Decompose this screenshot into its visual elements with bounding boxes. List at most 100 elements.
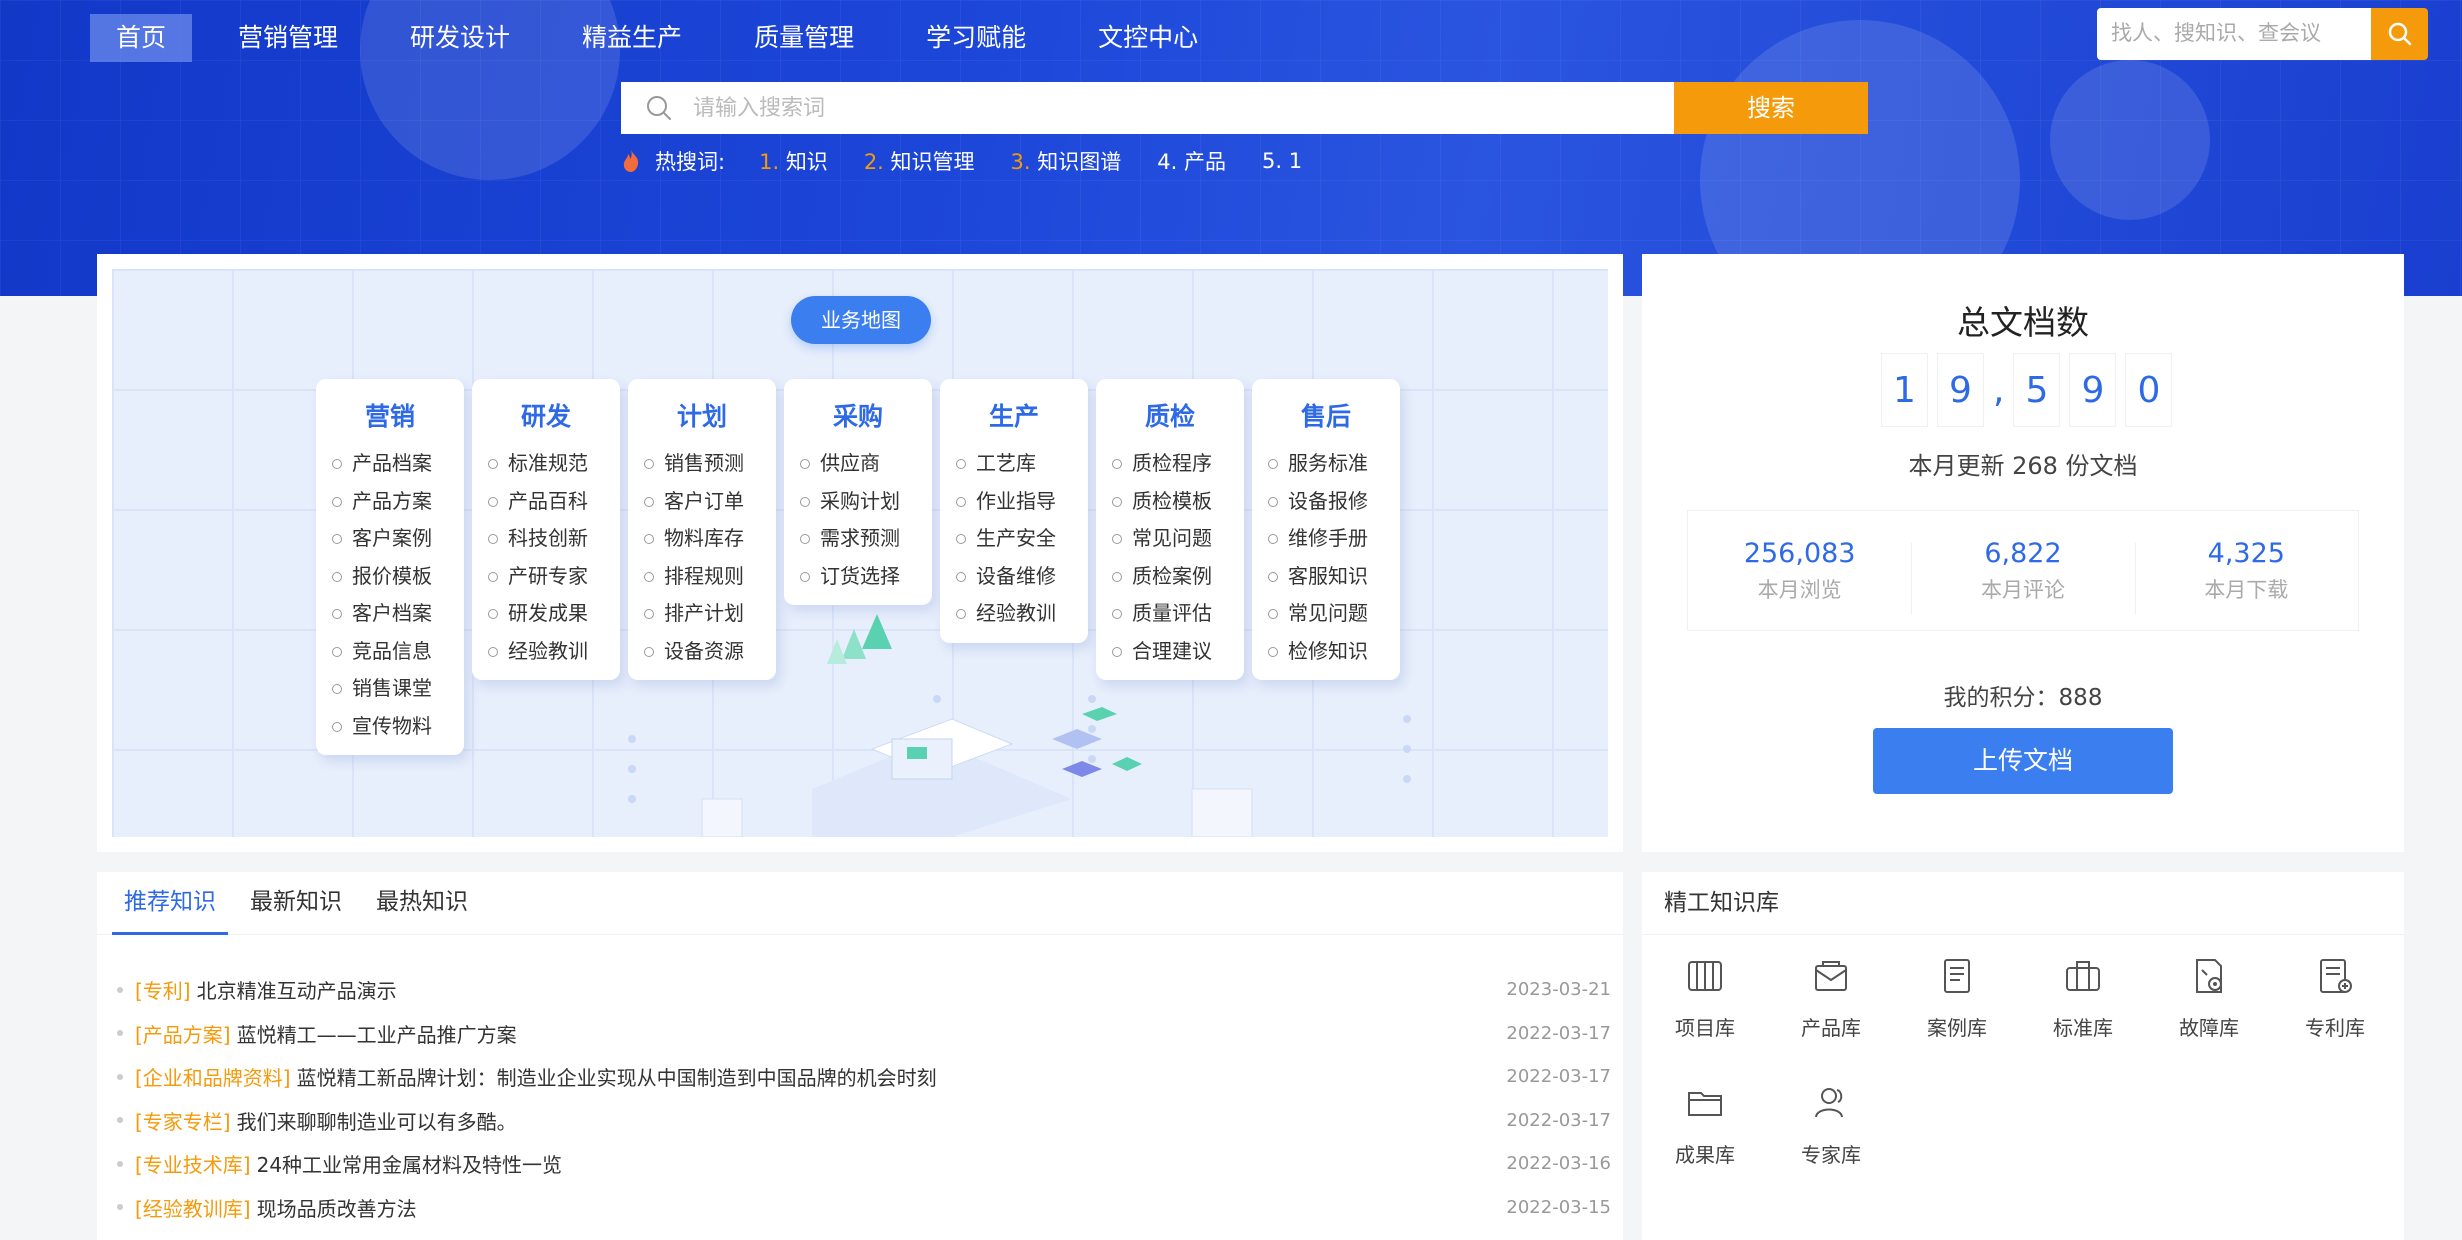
upload-document-button[interactable]: 上传文档 [1873,728,2173,794]
business-map-tag[interactable]: 业务地图 [791,296,931,344]
global-search-button[interactable] [2371,8,2428,60]
biz-link[interactable]: 常见问题 [1112,520,1244,558]
biz-link[interactable]: 维修手册 [1268,520,1400,558]
biz-link[interactable]: 产品百科 [488,483,620,521]
biz-column-marketing: 营销 产品档案 产品方案 客户案例 报价模板 客户档案 竞品信息 销售课堂 宣传… [316,379,464,755]
library-project[interactable]: 项目库 [1642,956,1768,1083]
document-stats-panel: 总文档数 1 9 , 5 9 0 本月更新 268 份文档 256,083 本月… [1642,254,2404,852]
biz-link[interactable]: 质检案例 [1112,558,1244,596]
library-case[interactable]: 案例库 [1894,956,2020,1083]
list-item[interactable]: [专利] 北京精准互动产品演示 2023-03-21 [117,968,1611,1012]
library-patent[interactable]: 专利库 [2272,956,2398,1083]
list-item[interactable]: [产品方案] 蓝悦精工——工业产品推广方案 2022-03-17 [117,1012,1611,1056]
nav-item-home[interactable]: 首页 [90,14,193,62]
tab-recommended[interactable]: 推荐知识 [112,872,228,935]
list-item[interactable]: [经验教训库] 现场品质改善方法 2022-03-15 [117,1186,1611,1230]
biz-link[interactable]: 产品档案 [332,445,464,483]
library-fault[interactable]: 故障库 [2146,956,2272,1083]
biz-link[interactable]: 采购计划 [800,483,932,521]
biz-link[interactable]: 客户档案 [332,595,464,633]
biz-column-aftersales: 售后 服务标准 设备报修 维修手册 客服知识 常见问题 检修知识 [1252,379,1400,680]
knowledge-tabs: 推荐知识 最新知识 最热知识 [97,872,1623,935]
digit: 1 [1881,353,1928,427]
biz-column-title: 采购 [832,402,883,431]
global-search [2097,8,2428,60]
biz-link[interactable]: 销售预测 [644,445,776,483]
biz-link[interactable]: 经验教训 [956,595,1088,633]
hot-word[interactable]: 5. 1 [1262,149,1302,173]
biz-column-plan: 计划 销售预测 客户订单 物料库存 排程规则 排产计划 设备资源 [628,379,776,680]
expert-icon [1815,1088,1843,1118]
stat-views: 256,083 本月浏览 [1743,537,1856,602]
biz-column-title: 生产 [988,402,1039,431]
biz-link[interactable]: 常见问题 [1268,595,1400,633]
biz-link[interactable]: 订货选择 [800,558,932,596]
search-icon [647,96,671,120]
biz-column-title: 计划 [676,402,727,431]
biz-link[interactable]: 科技创新 [488,520,620,558]
biz-link[interactable]: 物料库存 [644,520,776,558]
main-search-input[interactable] [693,95,1674,121]
biz-link[interactable]: 销售课堂 [332,670,464,708]
biz-link[interactable]: 检修知识 [1268,633,1400,671]
library-product[interactable]: 产品库 [1768,956,1894,1083]
list-item[interactable]: [企业和品牌资料] 蓝悦精工新品牌计划：制造业企业实现从中国制造到中国品牌的机会时… [117,1055,1611,1099]
digit-separator: , [1993,369,2005,411]
hot-words-label: 热搜词: [655,150,726,174]
biz-link[interactable]: 排产计划 [644,595,776,633]
biz-link[interactable]: 设备资源 [644,633,776,671]
main-search-button[interactable]: 搜索 [1674,82,1868,134]
biz-link[interactable]: 质量评估 [1112,595,1244,633]
hot-word[interactable]: 4. 产品 [1157,146,1226,176]
library-expert[interactable]: 专家库 [1768,1083,1894,1210]
library-standard[interactable]: 标准库 [2020,956,2146,1083]
knowledge-list: [专利] 北京精准互动产品演示 2023-03-21 [产品方案] 蓝悦精工——工业产… [117,968,1611,1229]
biz-link[interactable]: 产品方案 [332,483,464,521]
biz-column-purchase: 采购 供应商 采购计划 需求预测 订货选择 [784,379,932,605]
biz-link[interactable]: 工艺库 [956,445,1088,483]
biz-link[interactable]: 质检模板 [1112,483,1244,521]
biz-link[interactable]: 生产安全 [956,520,1088,558]
biz-link[interactable]: 质检程序 [1112,445,1244,483]
nav-item-learning[interactable]: 学习赋能 [900,14,1052,62]
digit: 5 [2013,353,2061,427]
biz-link[interactable]: 供应商 [800,445,932,483]
biz-column-production: 生产 工艺库 作业指导 生产安全 设备维修 经验教训 [940,379,1088,643]
library-title: 精工知识库 [1642,872,2404,935]
tab-latest[interactable]: 最新知识 [238,872,354,935]
hot-word[interactable]: 1. 知识 [759,146,828,176]
nav-item-marketing[interactable]: 营销管理 [212,14,364,62]
biz-link[interactable]: 宣传物料 [332,708,464,746]
hot-word[interactable]: 3. 知识图谱 [1011,146,1122,176]
biz-link[interactable]: 研发成果 [488,595,620,633]
stat-comments: 6,822 本月评论 [1911,535,2134,615]
biz-link[interactable]: 标准规范 [488,445,620,483]
global-search-input[interactable] [2097,8,2371,60]
nav-item-quality[interactable]: 质量管理 [728,14,880,62]
biz-link[interactable]: 作业指导 [956,483,1088,521]
library-achievement[interactable]: 成果库 [1642,1083,1768,1210]
biz-link[interactable]: 服务标准 [1268,445,1400,483]
biz-link[interactable]: 需求预测 [800,520,932,558]
list-item[interactable]: [专业技术库] 24种工业常用金属材料及特性一览 2022-03-16 [117,1142,1611,1186]
standard-icon [2066,961,2100,991]
biz-link[interactable]: 竞品信息 [332,633,464,671]
hot-word[interactable]: 2. 知识管理 [864,146,975,176]
biz-link[interactable]: 产研专家 [488,558,620,596]
biz-link[interactable]: 客户案例 [332,520,464,558]
tab-hottest[interactable]: 最热知识 [364,872,480,935]
biz-link[interactable]: 报价模板 [332,558,464,596]
biz-link[interactable]: 合理建议 [1112,633,1244,671]
biz-link[interactable]: 设备报修 [1268,483,1400,521]
biz-link[interactable]: 设备维修 [956,558,1088,596]
biz-link[interactable]: 客服知识 [1268,558,1400,596]
biz-link[interactable]: 客户订单 [644,483,776,521]
nav-item-docs[interactable]: 文控中心 [1072,14,1224,62]
biz-link[interactable]: 经验教训 [488,633,620,671]
biz-column-title: 售后 [1300,402,1351,431]
list-item[interactable]: [专家专栏] 我们来聊聊制造业可以有多酷。 2022-03-17 [117,1099,1611,1143]
nav-item-lean[interactable]: 精益生产 [556,14,708,62]
my-points: 我的积分：888 [1943,685,2103,711]
nav-item-rd[interactable]: 研发设计 [384,14,536,62]
biz-link[interactable]: 排程规则 [644,558,776,596]
